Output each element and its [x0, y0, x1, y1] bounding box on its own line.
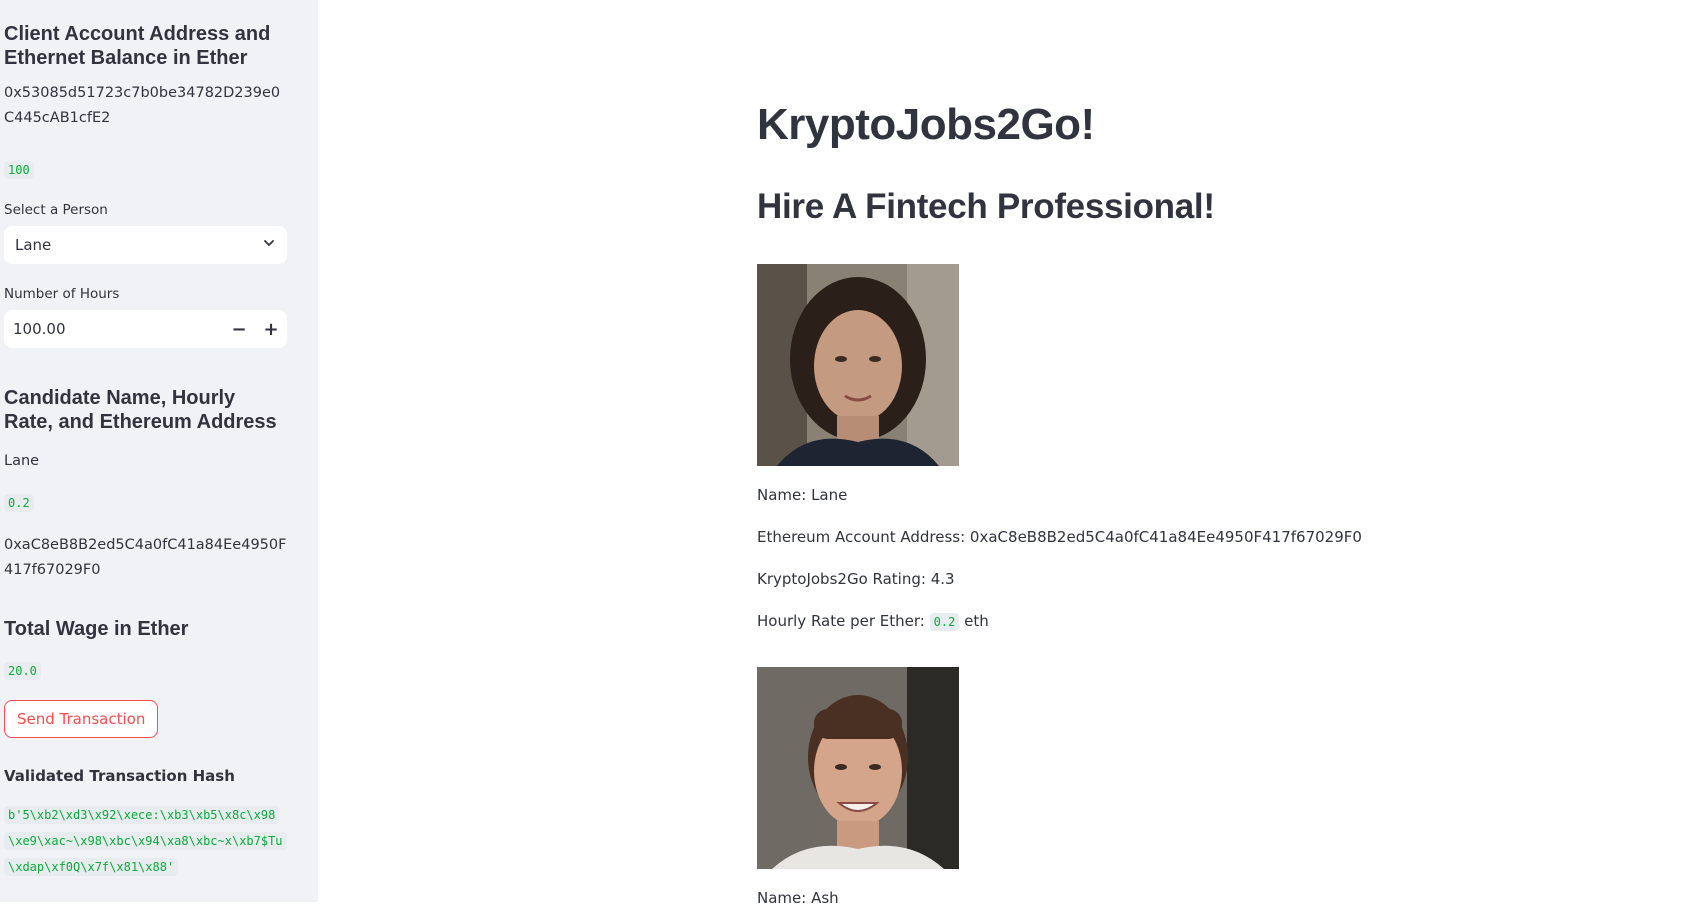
candidate-address: 0xaC8eB8B2ed5C4a0fC41a84Ee4950F417f67029…: [4, 537, 287, 578]
chevron-down-icon: [262, 236, 276, 254]
page-title: KryptoJobs2Go!: [757, 100, 1095, 149]
sidebar: Client Account Address and Ethernet Bala…: [0, 0, 318, 902]
hours-input[interactable]: 100.00: [4, 320, 223, 338]
select-person-label: Select a Person: [4, 202, 108, 218]
select-person-value: Lane: [15, 236, 52, 254]
decrement-button[interactable]: −: [223, 319, 255, 340]
candidate-photo-ash: [757, 667, 959, 869]
candidate-header: Candidate Name, Hourly Rate, and Ethereu…: [4, 387, 277, 433]
transaction-hash-header: Validated Transaction Hash: [4, 767, 235, 785]
rate-value: 0.2: [929, 613, 960, 631]
transaction-hash-value: b'5\xb2\xd3\x92\xece:\xb3\xb5\x8c\x98\xe…: [4, 806, 287, 876]
select-person-dropdown[interactable]: Lane: [4, 226, 287, 264]
candidate-name-line: Name: Lane: [757, 486, 848, 504]
client-balance: 100: [4, 161, 34, 179]
candidate-rate-line: Hourly Rate per Ether: 0.2 eth: [757, 610, 1517, 632]
client-account-header: Client Account Address and Ethernet Bala…: [4, 23, 271, 69]
rate-suffix: eth: [964, 612, 989, 630]
rate-prefix: Hourly Rate per Ether:: [757, 612, 925, 630]
candidate-rate: 0.2: [4, 494, 34, 512]
increment-button[interactable]: +: [255, 319, 287, 340]
client-address: 0x53085d51723c7b0be34782D239e0C445cAB1cf…: [4, 85, 281, 126]
total-wage-header: Total Wage in Ether: [4, 618, 189, 640]
total-wage-value: 20.0: [4, 662, 41, 680]
candidate-name-line: Name: Ash: [757, 889, 839, 907]
page-subtitle: Hire A Fintech Professional!: [757, 187, 1215, 226]
candidate-rating-line: KryptoJobs2Go Rating: 4.3: [757, 570, 955, 588]
hours-label: Number of Hours: [4, 286, 120, 302]
hours-stepper: 100.00 − +: [4, 310, 287, 348]
candidate-name: Lane: [4, 453, 40, 469]
candidate-address-line: Ethereum Account Address: 0xaC8eB8B2ed5C…: [757, 528, 1362, 546]
candidate-photo-lane: [757, 264, 959, 466]
send-transaction-button[interactable]: Send Transaction: [4, 700, 159, 738]
